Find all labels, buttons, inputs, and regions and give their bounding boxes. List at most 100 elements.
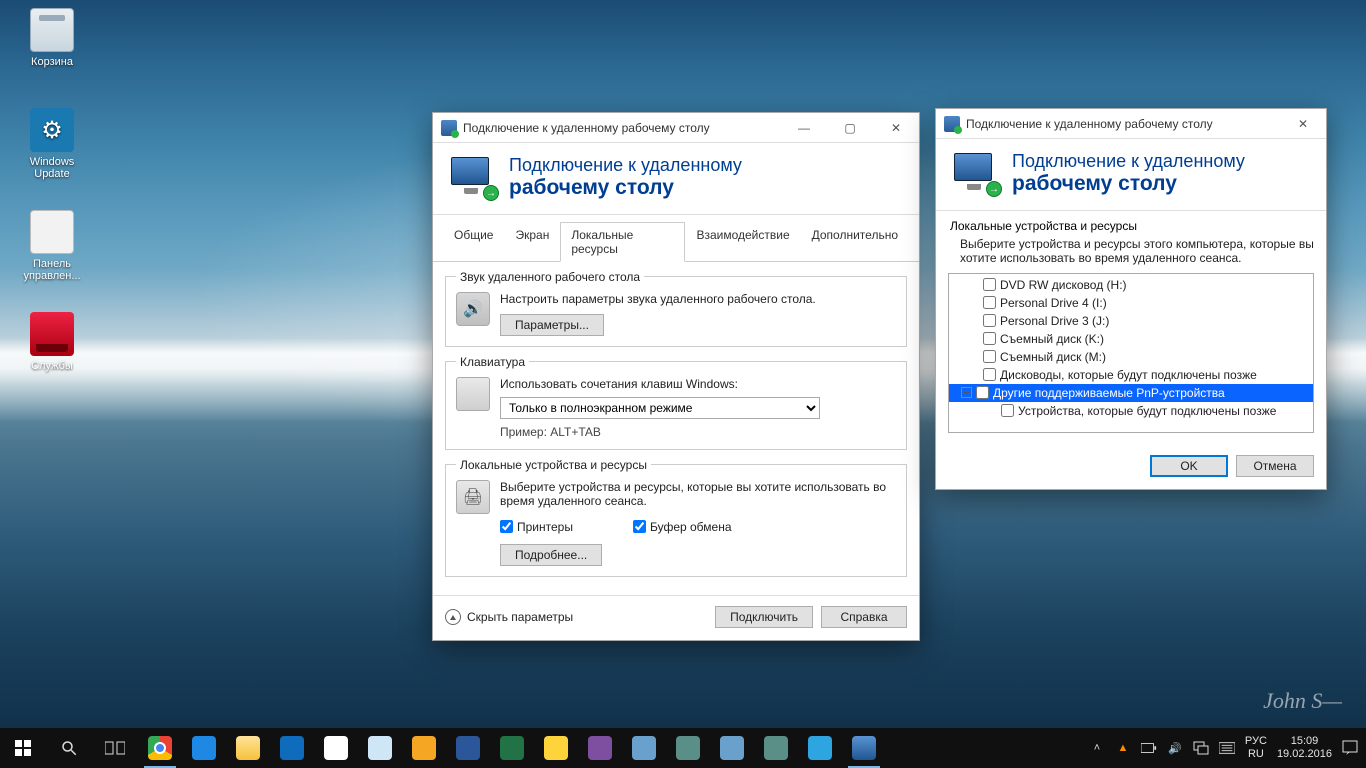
tree-expander-icon[interactable] [961, 387, 972, 398]
notepad-icon [324, 736, 348, 760]
devices-tree[interactable]: DVD RW дисковод (H:) Personal Drive 4 (I… [948, 273, 1314, 433]
tree-label: Съемный диск (M:) [1000, 350, 1106, 364]
tree-checkbox[interactable] [983, 368, 996, 381]
tabstrip: Общие Экран Локальные ресурсы Взаимодейс… [433, 215, 919, 262]
audio-settings-button[interactable]: Параметры... [500, 314, 604, 336]
desktop-icon-services[interactable]: Службы [14, 312, 90, 372]
rdp-icon [441, 120, 457, 136]
more-devices-button[interactable]: Подробнее... [500, 544, 602, 566]
ok-button[interactable]: OK [1150, 455, 1228, 477]
tree-checkbox[interactable] [983, 278, 996, 291]
taskbar-app-snip[interactable] [578, 728, 622, 768]
window-rdp-main: Подключение к удаленному рабочему столу … [432, 112, 920, 641]
taskbar-app-notepad[interactable] [314, 728, 358, 768]
taskbar-app-edge[interactable] [270, 728, 314, 768]
checkbox-clipboard-input[interactable] [633, 520, 646, 533]
tree-item-future-drives[interactable]: Дисководы, которые будут подключены позж… [949, 366, 1313, 384]
close-button[interactable]: ✕ [1280, 109, 1326, 139]
taskbar-app-outlook[interactable] [402, 728, 446, 768]
taskbar-app-generic-2[interactable] [666, 728, 710, 768]
tab-experience[interactable]: Взаимодействие [685, 222, 800, 262]
desktop-icon-recycle-bin[interactable]: Корзина [14, 8, 90, 68]
taskbar-app-python[interactable] [534, 728, 578, 768]
taskbar-app-generic-4[interactable] [754, 728, 798, 768]
taskbar-app-rdp[interactable] [842, 728, 886, 768]
keyboard-hint: Пример: ALT+TAB [500, 425, 896, 439]
tray-date: 19.02.2016 [1277, 748, 1332, 761]
tray-lang-2: RU [1245, 748, 1267, 761]
cancel-button[interactable]: Отмена [1236, 455, 1314, 477]
tree-checkbox[interactable] [976, 386, 989, 399]
desktop-icon-windows-update[interactable]: Windows Update [14, 108, 90, 180]
desktop-icon-label: Панель управлен... [14, 258, 90, 282]
taskbar-app-word[interactable] [446, 728, 490, 768]
help-button[interactable]: Справка [821, 606, 907, 628]
tree-item-drive-j[interactable]: Personal Drive 3 (J:) [949, 312, 1313, 330]
tray-network-icon[interactable] [1193, 740, 1209, 756]
tab-local-resources[interactable]: Локальные ресурсы [560, 222, 685, 262]
rdp-monitor-icon [954, 153, 998, 193]
tray-overflow-button[interactable]: ˄ [1089, 740, 1105, 756]
checkbox-clipboard[interactable]: Буфер обмена [633, 518, 732, 534]
checkbox-label: Принтеры [517, 520, 573, 534]
maximize-button[interactable]: ▢ [827, 113, 873, 143]
tab-general[interactable]: Общие [443, 222, 504, 262]
close-button[interactable]: ✕ [873, 113, 919, 143]
tray-battery-icon[interactable] [1141, 740, 1157, 756]
tree-checkbox[interactable] [1001, 404, 1014, 417]
collapse-icon[interactable] [445, 609, 461, 625]
taskbar-app-generic-3[interactable] [710, 728, 754, 768]
taskbar-app-telegram[interactable] [798, 728, 842, 768]
search-icon [60, 739, 78, 757]
tray-volume-icon[interactable]: 🔊 [1167, 740, 1183, 756]
rdp-icon [852, 736, 876, 760]
tray-vlc-icon[interactable]: ▲ [1115, 740, 1131, 756]
taskbar-app-explorer[interactable] [226, 728, 270, 768]
tray-language[interactable]: РУС RU [1245, 735, 1267, 760]
window-title: Подключение к удаленному рабочему столу [463, 121, 781, 135]
tree-checkbox[interactable] [983, 332, 996, 345]
recycle-bin-icon [30, 8, 74, 52]
tree-label: Устройства, которые будут подключены поз… [1018, 404, 1276, 418]
taskbar-app-magnifier[interactable] [358, 728, 402, 768]
taskbar-app-excel[interactable] [490, 728, 534, 768]
tray-keyboard-icon[interactable] [1219, 740, 1235, 756]
wallpaper-signature: John S— [1263, 688, 1342, 714]
tray-clock[interactable]: 15:09 19.02.2016 [1277, 735, 1332, 760]
window-rdp-devices: Подключение к удаленному рабочему столу … [935, 108, 1327, 490]
group-remote-audio: Звук удаленного рабочего стола Настроить… [445, 270, 907, 347]
titlebar[interactable]: Подключение к удаленному рабочему столу … [433, 113, 919, 143]
tree-checkbox[interactable] [983, 314, 996, 327]
banner-title: Подключение к удаленному рабочему столу [509, 155, 742, 200]
desktop-icon-label: Службы [14, 360, 90, 372]
tree-item-future-devices[interactable]: Устройства, которые будут подключены поз… [949, 402, 1313, 420]
tree-checkbox[interactable] [983, 296, 996, 309]
titlebar[interactable]: Подключение к удаленному рабочему столу … [936, 109, 1326, 139]
rdp-monitor-icon [451, 157, 495, 197]
keyboard-combo[interactable]: Только в полноэкранном режиме [500, 397, 820, 419]
tree-item-drive-i[interactable]: Personal Drive 4 (I:) [949, 294, 1313, 312]
taskbar: ˄ ▲ 🔊 РУС RU 15:09 19.02.2016 [0, 728, 1366, 768]
start-button[interactable] [0, 728, 46, 768]
tree-checkbox[interactable] [983, 350, 996, 363]
tab-advanced[interactable]: Дополнительно [801, 222, 909, 262]
taskbar-app-generic-1[interactable] [622, 728, 666, 768]
windows-update-icon [30, 108, 74, 152]
taskbar-app-ie[interactable] [182, 728, 226, 768]
connect-button[interactable]: Подключить [715, 606, 813, 628]
checkbox-label: Буфер обмена [650, 520, 732, 534]
tree-item-dvd[interactable]: DVD RW дисковод (H:) [949, 276, 1313, 294]
tray-action-center-icon[interactable] [1342, 740, 1358, 756]
search-button[interactable] [46, 728, 92, 768]
minimize-button[interactable]: — [781, 113, 827, 143]
tab-display[interactable]: Экран [504, 222, 560, 262]
taskbar-app-chrome[interactable] [138, 728, 182, 768]
tree-item-drive-k[interactable]: Съемный диск (K:) [949, 330, 1313, 348]
tree-item-pnp-devices[interactable]: Другие поддерживаемые PnP-устройства [949, 384, 1313, 402]
taskview-button[interactable] [92, 728, 138, 768]
hide-options-link[interactable]: Скрыть параметры [467, 610, 573, 624]
desktop-icon-control-panel[interactable]: Панель управлен... [14, 210, 90, 282]
checkbox-printers-input[interactable] [500, 520, 513, 533]
tree-item-drive-m[interactable]: Съемный диск (M:) [949, 348, 1313, 366]
checkbox-printers[interactable]: Принтеры [500, 518, 573, 534]
